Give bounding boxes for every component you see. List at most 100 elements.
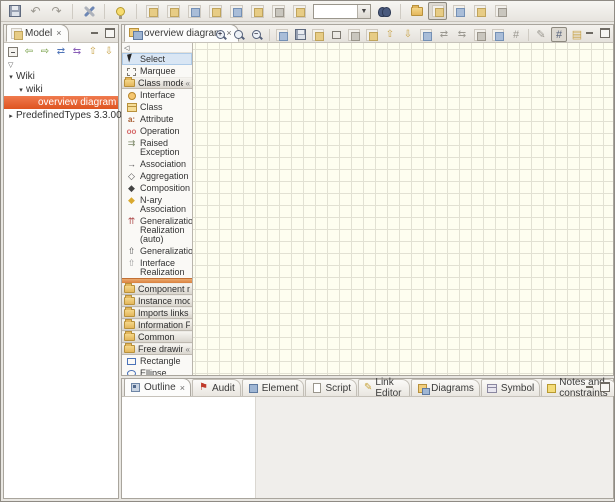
palette-drawer-free-drawing[interactable]: Free drawing « xyxy=(122,343,192,355)
move-up-button[interactable]: ⇧ xyxy=(86,45,100,59)
auto-layout-button[interactable] xyxy=(418,27,434,42)
palette-drawer-component-model[interactable]: Component mo... xyxy=(122,283,192,295)
palette-item-interface[interactable]: Interface xyxy=(122,89,192,101)
create-element-button-6[interactable] xyxy=(248,2,267,20)
collapse-all-button[interactable] xyxy=(6,45,20,59)
palette-item-attribute[interactable]: a: Attribute xyxy=(122,113,192,125)
undo-button[interactable]: ↶ xyxy=(26,2,45,20)
save-button[interactable] xyxy=(5,2,24,20)
palette-item-nary-association[interactable]: ◆ N-ary Association xyxy=(122,194,192,215)
search-button[interactable] xyxy=(375,2,394,20)
palette-drawer-information-flow[interactable]: Information Flo... xyxy=(122,319,192,331)
diagram-canvas[interactable] xyxy=(193,43,613,375)
minimize-button[interactable] xyxy=(89,28,100,38)
tab-outline[interactable]: Outline × xyxy=(124,378,191,396)
palette-item-generalization-realization-auto[interactable]: ⇈ Generalizatio... Realization (auto) xyxy=(122,215,192,245)
move-down-button[interactable]: ⇩ xyxy=(102,45,116,59)
smart-hint-button[interactable] xyxy=(111,2,130,20)
save-diagram-button[interactable] xyxy=(292,27,308,42)
tab-script[interactable]: Script xyxy=(305,379,357,396)
create-element-button-8[interactable] xyxy=(290,2,309,20)
palette-item-generalization[interactable]: ⇧ Generalization xyxy=(122,245,192,257)
navigate-forward-button[interactable]: ⇨ xyxy=(38,45,52,59)
palette-collapse-row[interactable]: ◁ xyxy=(122,43,192,53)
maximize-button[interactable] xyxy=(599,28,610,38)
palette-item-composition[interactable]: ◆ Composition xyxy=(122,182,192,194)
align-top-button[interactable]: ⇆ xyxy=(454,27,470,42)
configuration-button[interactable] xyxy=(79,2,98,20)
palette-item-interface-realization[interactable]: ⇧ Interface Realization xyxy=(122,257,192,278)
show-properties-button[interactable] xyxy=(491,2,510,20)
next-reference-button[interactable]: ⇆ xyxy=(70,45,84,59)
palette-tool-marquee[interactable]: Marquee xyxy=(122,65,192,77)
palette-item-raised-exception[interactable]: ⇉ Raised Exception xyxy=(122,137,192,158)
close-icon[interactable]: × xyxy=(180,383,185,393)
tab-symbol[interactable]: Symbol xyxy=(481,379,540,396)
search-input[interactable] xyxy=(314,6,357,17)
palette-item-ellipse[interactable]: Ellipse xyxy=(122,367,192,375)
export-image-button[interactable] xyxy=(274,27,290,42)
maximize-button[interactable] xyxy=(599,382,610,392)
create-element-button-2[interactable] xyxy=(164,2,183,20)
palette-item-operation[interactable]: oo Operation xyxy=(122,125,192,137)
expand-open-icon[interactable]: ▾ xyxy=(6,73,16,81)
palette-item-class[interactable]: Class xyxy=(122,101,192,113)
send-backward-button[interactable]: ⇩ xyxy=(400,27,416,42)
minimize-button[interactable] xyxy=(584,28,595,38)
save-diagram-as-button[interactable] xyxy=(310,27,326,42)
palette-drawer-class-model[interactable]: Class model « xyxy=(122,77,192,89)
tree-item-wiki-package[interactable]: ▾ wiki xyxy=(4,83,118,96)
previous-reference-button[interactable]: ⇄ xyxy=(54,45,68,59)
page-setup-button[interactable] xyxy=(346,27,362,42)
tab-link-editor[interactable]: ✎ Link Editor xyxy=(358,379,410,396)
palette-item-aggregation[interactable]: ◇ Aggregation xyxy=(122,170,192,182)
close-icon[interactable]: × xyxy=(56,28,61,38)
palette-drawer-imports-links[interactable]: Imports links xyxy=(122,307,192,319)
tree-item-wiki-project[interactable]: ▾ Wiki xyxy=(4,70,118,83)
tab-model[interactable]: Model × xyxy=(6,24,69,42)
layers-button[interactable]: ▤ xyxy=(569,27,585,42)
create-element-button-4[interactable] xyxy=(206,2,225,20)
minimize-button[interactable] xyxy=(584,382,595,392)
zoom-in-button[interactable]: + xyxy=(213,27,229,42)
drawer-pin-icon[interactable]: « xyxy=(186,79,190,88)
palette-item-rectangle[interactable]: Rectangle xyxy=(122,355,192,367)
tree-item-predefined-types[interactable]: ▸ PredefinedTypes 3.3.00 xyxy=(4,109,118,122)
navigate-back-button[interactable]: ⇦ xyxy=(22,45,36,59)
drawer-pin-icon[interactable]: « xyxy=(186,345,190,354)
palette-tool-select[interactable]: Select xyxy=(122,53,192,65)
show-grid-button[interactable]: # xyxy=(508,27,524,42)
bring-forward-button[interactable]: ⇧ xyxy=(382,27,398,42)
show-rulers-button[interactable] xyxy=(490,27,506,42)
chevron-down-icon[interactable]: ▼ xyxy=(357,5,370,18)
snap-to-grid-button[interactable]: # xyxy=(551,27,567,42)
zoom-out-button[interactable]: − xyxy=(249,27,265,42)
link-with-explorer-button[interactable] xyxy=(428,2,447,20)
tab-element[interactable]: Element xyxy=(242,379,305,396)
open-project-button[interactable] xyxy=(407,2,426,20)
align-left-button[interactable]: ⇄ xyxy=(436,27,452,42)
create-element-button-1[interactable] xyxy=(143,2,162,20)
zoom-reset-button[interactable] xyxy=(231,27,247,42)
create-element-button-3[interactable] xyxy=(185,2,204,20)
outline-view-body[interactable] xyxy=(122,397,256,498)
expand-open-icon[interactable]: ▾ xyxy=(16,86,26,94)
link-with-editor-button[interactable] xyxy=(449,2,468,20)
show-style-button[interactable] xyxy=(364,27,380,42)
tab-audit[interactable]: ⚑ Audit xyxy=(192,379,241,396)
create-element-button-7[interactable] xyxy=(269,2,288,20)
fit-to-window-button[interactable] xyxy=(328,27,344,42)
expand-closed-icon[interactable]: ▸ xyxy=(6,112,16,120)
search-combo[interactable]: ▼ xyxy=(313,4,371,19)
palette-drawer-common[interactable]: Common xyxy=(122,331,192,343)
create-element-button-5[interactable] xyxy=(227,2,246,20)
palette-item-association[interactable]: → Association xyxy=(122,158,192,170)
edit-mode-button[interactable]: ✎ xyxy=(533,27,549,42)
related-elements-button[interactable] xyxy=(470,2,489,20)
show-page-bounds-button[interactable] xyxy=(472,27,488,42)
maximize-button[interactable] xyxy=(104,28,115,38)
tree-item-overview-diagram[interactable]: overview diagram xyxy=(4,96,118,109)
palette-drawer-instance-model[interactable]: Instance model xyxy=(122,295,192,307)
view-menu-icon[interactable]: ▽ xyxy=(8,61,13,69)
redo-button[interactable]: ↷ xyxy=(47,2,66,20)
